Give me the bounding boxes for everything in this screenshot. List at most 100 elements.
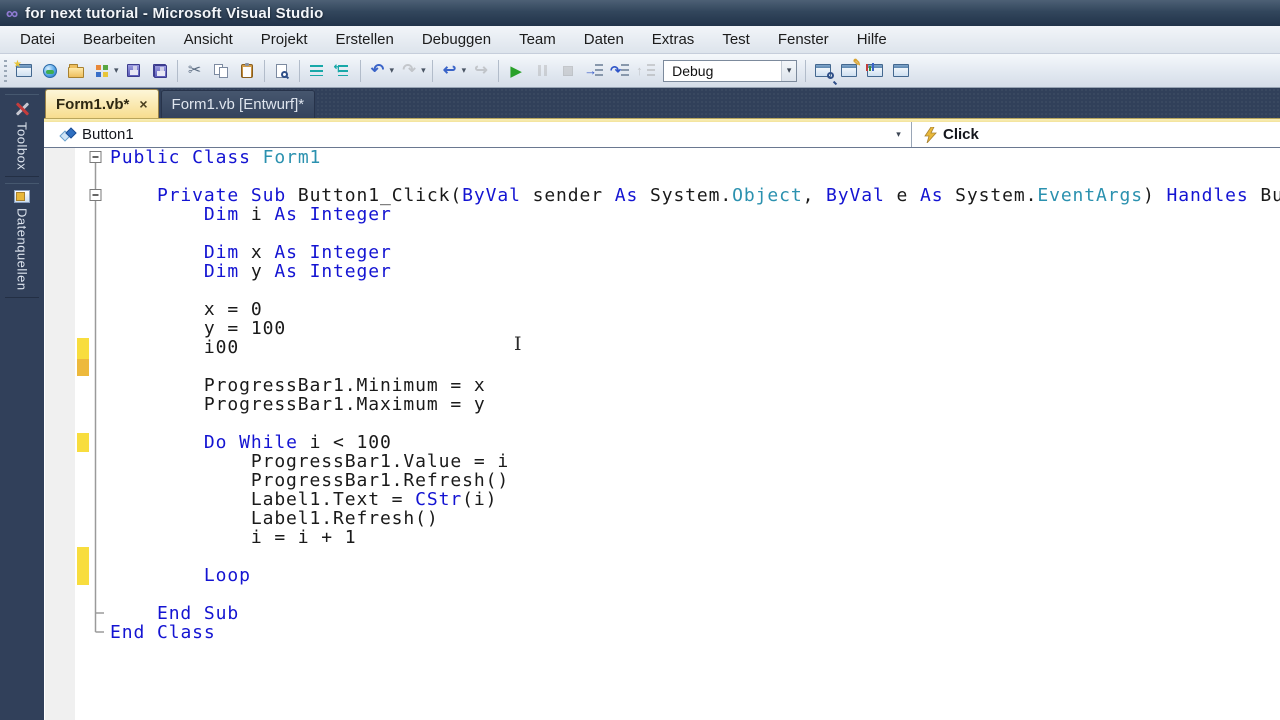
new-website-icon[interactable] (38, 59, 62, 83)
code-line: Dim x As Integer (203, 242, 392, 263)
code-line: ProgressBar1.Minimum = x (110, 375, 486, 396)
menu-item[interactable]: Hilfe (843, 28, 901, 51)
object-combo[interactable]: Button1 ▾ (44, 122, 912, 147)
tab-label: Form1.vb [Entwurf]* (171, 96, 305, 113)
code-line: x = 0 (110, 299, 263, 320)
code-line: Dim i As Integer (203, 204, 392, 225)
toolbar-separator (498, 59, 500, 82)
solution-explorer-icon[interactable] (863, 59, 887, 83)
tab-form1-designer[interactable]: Form1.vb [Entwurf]* (160, 90, 316, 118)
chevron-down-icon[interactable]: ▾ (890, 126, 907, 143)
sidebar-item-toolbox[interactable]: Toolbox (5, 94, 39, 178)
toolbar-separator (805, 59, 807, 82)
sidebar-item-label: Datenquellen (14, 208, 30, 291)
add-item-dropdown-icon[interactable]: ▾ (114, 65, 119, 76)
extra-window-icon[interactable] (889, 59, 913, 83)
code-line: Label1.Text = CStr(i) (110, 489, 498, 510)
navigate-backward-dropdown-icon[interactable]: ▾ (462, 65, 467, 76)
toolbar-grip[interactable] (4, 59, 7, 82)
break-all-icon[interactable] (530, 59, 554, 83)
code-line: ProgressBar1.Maximum = y (110, 394, 486, 415)
toolbar-separator (359, 59, 361, 82)
code-line: Dim y As Integer (203, 261, 392, 282)
properties-window-icon[interactable]: ✎ (837, 58, 861, 83)
uncomment-lines-icon[interactable]: ↰ (331, 59, 355, 83)
menu-item[interactable]: Debuggen (408, 28, 505, 51)
menu-item[interactable]: Fenster (764, 28, 843, 51)
find-symbol-icon[interactable] (811, 59, 835, 83)
menu-item[interactable]: Test (708, 28, 764, 51)
editor-navigation-bar: Button1 ▾ Click (44, 122, 1280, 148)
code-line: i00 (110, 337, 240, 358)
sidebar-item-label: Toolbox (14, 122, 30, 171)
navigate-forward-icon[interactable]: ↪ (469, 59, 493, 83)
document-area: Form1.vb* × Form1.vb [Entwurf]* Button1 … (44, 88, 1280, 720)
solution-configurations-combo[interactable]: Debug ▾ (663, 59, 798, 82)
left-toolwindow-sidebar: Toolbox Datenquellen (0, 88, 44, 720)
toolbar-separator (431, 59, 433, 82)
visual-studio-logo-icon: ∞ (6, 3, 19, 23)
menu-item[interactable]: Extras (638, 28, 709, 51)
save-all-icon[interactable] (148, 59, 172, 83)
tab-label: Form1.vb* (56, 95, 130, 113)
start-debugging-icon[interactable]: ▶ (504, 59, 528, 83)
sidebar-item-datenquellen[interactable]: Datenquellen (5, 183, 39, 298)
code-line: End Class (110, 622, 216, 643)
window-title: for next tutorial - Microsoft Visual Stu… (25, 4, 324, 22)
window-titlebar: ∞ for next tutorial - Microsoft Visual S… (0, 0, 1280, 26)
menu-item[interactable]: Datei (6, 28, 69, 51)
add-item-icon[interactable] (90, 59, 114, 83)
code-text: Public Class Form1 Private Sub Button1_C… (44, 148, 1280, 642)
text-cursor-ibeam: I (514, 333, 522, 355)
event-combo-value: Click (943, 126, 979, 143)
code-line: Public Class Form1 (110, 148, 322, 168)
data-sources-icon (14, 190, 30, 204)
menu-bar: Datei Bearbeiten Ansicht Projekt Erstellen De… (0, 26, 1280, 54)
undo-icon[interactable]: ↶ (366, 59, 390, 83)
redo-dropdown-icon[interactable]: ▾ (421, 65, 426, 76)
toolbar-separator (298, 59, 300, 82)
code-editor[interactable]: Public Class Form1 Private Sub Button1_C… (44, 148, 1280, 720)
code-line: Label1.Refresh() (110, 508, 439, 529)
step-out-icon[interactable]: ↑ (634, 59, 658, 83)
menu-item[interactable]: Erstellen (321, 28, 407, 51)
code-line: Do While i < 100 (203, 432, 392, 453)
undo-dropdown-icon[interactable]: ▾ (390, 65, 395, 76)
new-project-icon[interactable]: ★ (12, 59, 36, 83)
main-area: Toolbox Datenquellen Form1.vb* × Form1.v… (0, 88, 1280, 720)
tab-form1-code[interactable]: Form1.vb* × (45, 89, 159, 118)
toolbar-separator (263, 59, 265, 82)
navigate-backward-icon[interactable]: ↩ (438, 59, 462, 83)
close-icon[interactable]: × (139, 96, 147, 112)
debug-combo-dropdown-icon[interactable]: ▾ (781, 60, 797, 81)
paste-icon[interactable] (235, 59, 259, 83)
save-icon[interactable] (122, 59, 146, 83)
code-line: i = i + 1 (110, 527, 357, 548)
menu-item[interactable]: Daten (570, 28, 638, 51)
code-line: End Sub (156, 603, 240, 624)
step-into-icon[interactable]: → (582, 59, 606, 83)
open-file-icon[interactable] (64, 59, 88, 83)
menu-item[interactable]: Ansicht (170, 28, 247, 51)
redo-icon[interactable]: ↷ (397, 59, 421, 83)
toolbox-icon (14, 101, 30, 117)
stop-debugging-icon[interactable] (556, 59, 580, 83)
cut-icon[interactable]: ✂ (183, 59, 207, 83)
copy-icon[interactable] (209, 59, 233, 83)
event-combo[interactable]: Click (912, 122, 1280, 147)
event-lightning-icon (924, 126, 937, 143)
menu-item[interactable]: Projekt (247, 28, 322, 51)
document-tab-strip: Form1.vb* × Form1.vb [Entwurf]* (44, 88, 1280, 118)
code-line: Loop (203, 565, 251, 586)
menu-item[interactable]: Bearbeiten (69, 28, 170, 51)
menu-item[interactable]: Team (505, 28, 570, 51)
step-over-icon[interactable]: ↷ (608, 59, 632, 83)
comment-lines-icon[interactable] (305, 59, 329, 83)
find-in-files-icon[interactable] (270, 59, 294, 83)
